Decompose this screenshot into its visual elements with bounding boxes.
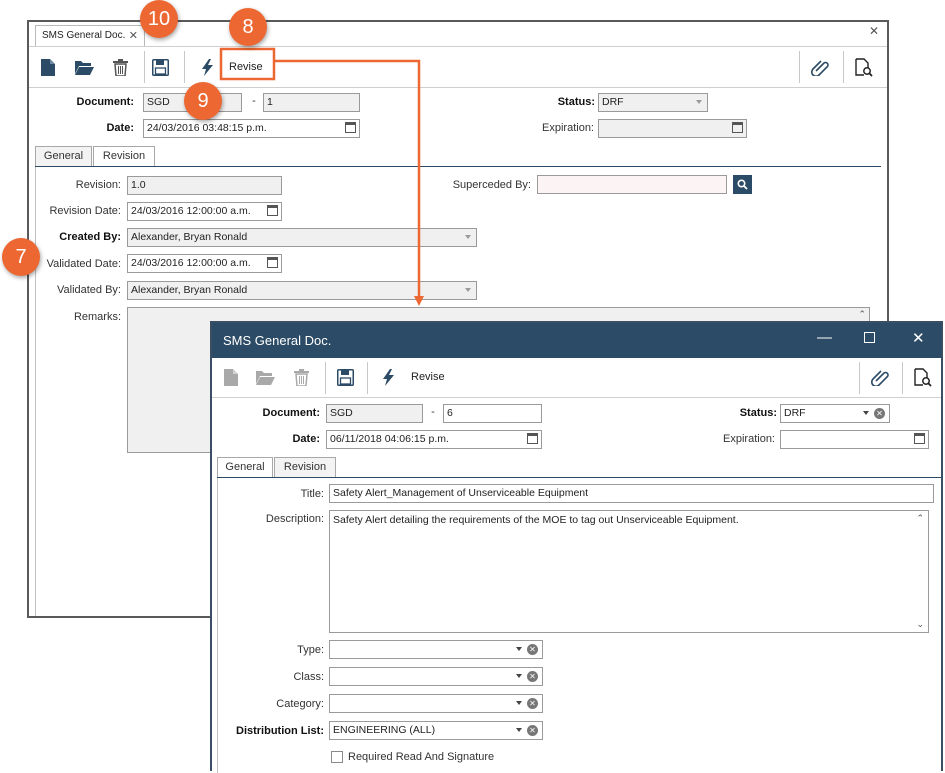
distribution-list-select[interactable]: ENGINEERING (ALL) ✕ [329,721,543,740]
calendar-icon[interactable] [527,433,538,444]
document-number-field[interactable]: 6 [443,404,542,423]
scroll-up-icon[interactable]: ⌃ [916,513,924,524]
window-title: SMS General Doc. [223,333,332,348]
required-read-label: Required Read And Signature [348,751,495,763]
category-label: Category: [276,698,324,710]
annotation-badge-7: 7 [2,238,40,276]
chevron-down-icon [516,701,522,705]
calendar-icon[interactable] [914,433,925,444]
new-document-icon[interactable] [220,366,242,388]
minimize-icon[interactable]: — [817,329,832,346]
tab-revision[interactable]: Revision [274,457,336,478]
chevron-down-icon [516,728,522,732]
clear-icon[interactable]: ✕ [527,698,538,709]
open-folder-icon[interactable] [254,366,276,388]
status-label: Status: [739,407,777,419]
scroll-down-icon[interactable]: ⌄ [916,619,924,630]
document-prefix-field[interactable]: SGD [326,404,423,423]
lightning-icon[interactable] [377,366,399,388]
clear-icon[interactable]: ✕ [527,671,538,682]
category-select[interactable]: ✕ [329,694,543,713]
tab-divider [217,477,941,478]
content-border-left [217,478,218,773]
date-field[interactable]: 06/11/2018 04:06:15 p.m. [326,430,542,449]
class-select[interactable]: ✕ [329,667,543,686]
description-value: Safety Alert detailing the requirements … [333,514,739,526]
title-bar: SMS General Doc. — ✕ [212,323,941,358]
type-select[interactable]: ✕ [329,640,543,659]
required-read-checkbox[interactable] [331,751,343,763]
clear-icon[interactable]: ✕ [874,408,885,419]
annotation-badge-10: 10 [140,0,178,38]
clear-icon[interactable]: ✕ [527,725,538,736]
type-label: Type: [297,644,324,656]
description-label: Description: [265,513,324,525]
tab-general[interactable]: General [217,457,273,478]
date-label: Date: [292,433,320,445]
chevron-down-icon [863,411,869,415]
close-icon[interactable]: ✕ [912,329,925,347]
chevron-down-icon [516,647,522,651]
toolbar-separator [367,362,368,394]
document-dash: - [431,406,435,418]
paperclip-icon[interactable] [869,366,891,388]
revise-button[interactable]: Revise [411,371,445,383]
distribution-list-value: ENGINEERING (ALL) [333,724,436,736]
toolbar-separator [859,362,860,394]
chevron-down-icon [516,674,522,678]
front-toolbar: Revise [212,358,941,398]
annotation-badge-9: 9 [184,82,222,120]
class-label: Class: [293,671,324,683]
distribution-list-label: Distribution List: [236,725,324,737]
maximize-icon[interactable] [864,330,875,347]
annotation-badge-8: 8 [229,8,267,46]
status-value: DRF [784,407,806,419]
title-field[interactable]: Safety Alert_Management of Unserviceable… [329,484,934,503]
description-textarea[interactable]: Safety Alert detailing the requirements … [329,510,929,633]
save-icon[interactable] [334,366,356,388]
date-value: 06/11/2018 04:06:15 p.m. [330,433,449,445]
toolbar-separator [325,362,326,394]
expiration-field[interactable] [780,430,929,449]
delete-icon[interactable] [290,366,312,388]
front-document-window: SMS General Doc. — ✕ Revise Document: SG… [210,321,943,773]
title-label: Title: [300,488,324,500]
status-select[interactable]: DRF ✕ [780,404,890,423]
toolbar-separator [902,362,903,394]
expiration-label: Expiration: [723,433,775,445]
document-label: Document: [262,407,320,419]
clear-icon[interactable]: ✕ [527,644,538,655]
document-search-icon[interactable] [912,366,934,388]
